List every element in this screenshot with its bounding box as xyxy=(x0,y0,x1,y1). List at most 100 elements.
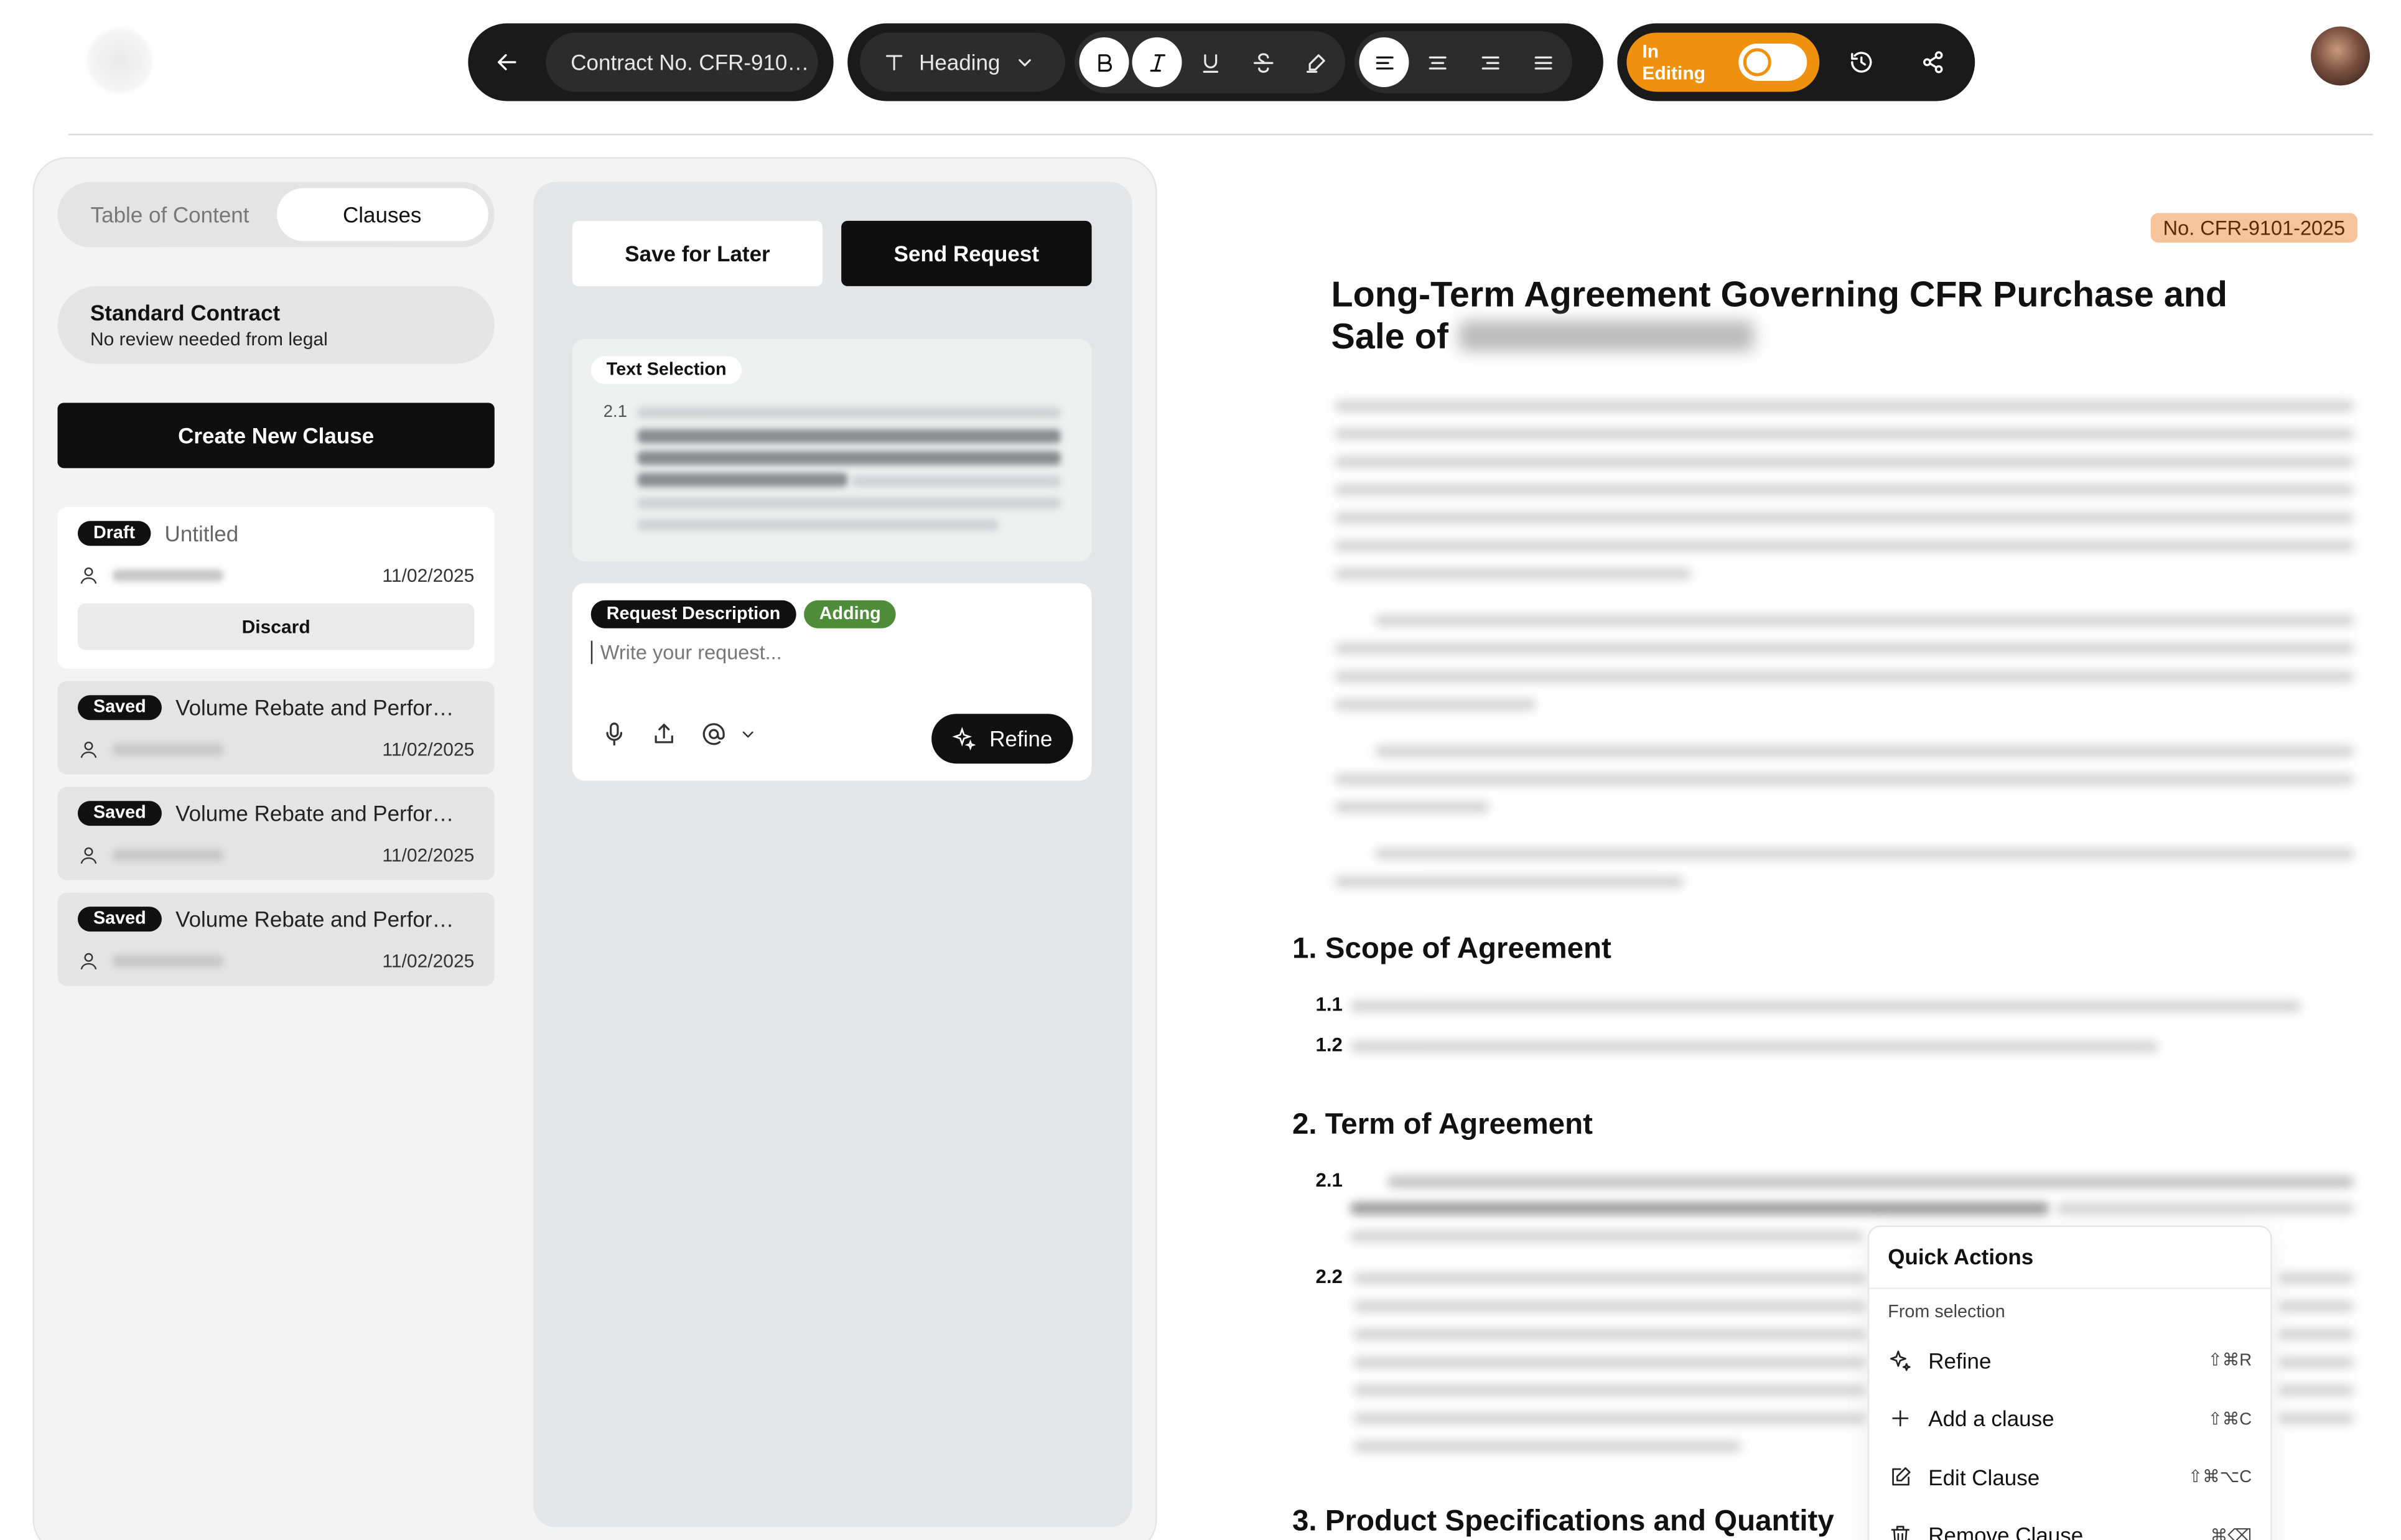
redacted-text-line xyxy=(1374,847,2355,861)
author-name-redacted xyxy=(111,743,224,756)
create-new-clause-button[interactable]: Create New Clause xyxy=(57,403,495,469)
align-justify-button[interactable] xyxy=(1518,37,1567,87)
italic-icon xyxy=(1149,53,1165,71)
share-icon xyxy=(1923,51,1943,73)
history-button[interactable] xyxy=(1835,35,1888,88)
clause-date: 11/02/2025 xyxy=(382,739,475,761)
arrow-left-icon xyxy=(497,54,516,70)
saved-badge: Saved xyxy=(77,695,162,721)
redacted-text xyxy=(637,519,999,531)
back-button[interactable] xyxy=(480,35,533,88)
author xyxy=(78,739,224,760)
mention-icon[interactable] xyxy=(700,720,728,748)
redacted-text-line xyxy=(1350,1000,2302,1013)
trash-icon xyxy=(1891,1526,1909,1540)
redacted-text-line xyxy=(1334,567,1692,581)
tab-table-of-content[interactable]: Table of Content xyxy=(63,188,276,241)
author xyxy=(78,844,224,866)
redacted-text-line xyxy=(1353,1328,1867,1341)
section-heading[interactable]: 2. Term of Agreement xyxy=(1292,1109,1593,1143)
clause-title: Volume Rebate and Perfor… xyxy=(175,801,454,826)
italic-button[interactable] xyxy=(1132,37,1182,87)
chevron-down-icon[interactable] xyxy=(737,720,759,748)
clause-date: 11/02/2025 xyxy=(382,950,475,973)
redacted-text-line xyxy=(1353,1272,1867,1285)
refine-label: Refine xyxy=(989,726,1053,752)
upload-icon[interactable] xyxy=(650,720,678,748)
microphone-icon[interactable] xyxy=(600,720,628,748)
request-input[interactable] xyxy=(590,640,1058,665)
user-icon xyxy=(80,847,97,864)
clause-title: Volume Rebate and Perfor… xyxy=(175,907,454,932)
header-divider xyxy=(68,133,2374,136)
draft-clause-card[interactable]: Draft Untitled 11/02/2025 Discard xyxy=(57,506,495,669)
menu-item-add-clause[interactable]: Add a clause ⇧⌘C xyxy=(1869,1389,2270,1448)
author-name-redacted xyxy=(111,849,224,862)
menu-item-remove-clause[interactable]: Remove Clause ⌘⌫ xyxy=(1869,1506,2270,1540)
redacted-text xyxy=(852,475,1061,487)
heading-style-select[interactable]: Heading xyxy=(860,32,1066,92)
save-for-later-button[interactable]: Save for Later xyxy=(572,220,823,286)
selection-clause-number: 2.1 xyxy=(603,403,628,422)
text-style-group xyxy=(1075,30,1345,93)
saved-clause-card[interactable]: Saved Volume Rebate and Perfor… 11/02/20… xyxy=(57,681,495,775)
history-icon xyxy=(1851,52,1872,73)
editing-toggle[interactable]: In Editing xyxy=(1626,32,1820,92)
tab-clauses[interactable]: Clauses xyxy=(276,188,488,241)
clause-title: Volume Rebate and Perfor… xyxy=(175,695,454,721)
saved-badge: Saved xyxy=(77,907,162,932)
format-toolbar: Heading xyxy=(847,23,1603,101)
align-justify-icon xyxy=(1534,55,1552,69)
menu-item-label: Add a clause xyxy=(1928,1406,2054,1432)
underline-button[interactable] xyxy=(1185,37,1235,87)
edit-icon xyxy=(1892,1467,1911,1485)
avatar[interactable] xyxy=(2311,26,2371,86)
user-icon xyxy=(80,567,97,584)
document-heading[interactable]: Long-Term Agreement Governing CFR Purcha… xyxy=(1331,274,2295,358)
menu-item-label: Remove Clause xyxy=(1928,1523,2084,1540)
redacted-text-line xyxy=(1350,1040,2159,1053)
share-button[interactable] xyxy=(1906,35,1959,88)
highlight-button[interactable] xyxy=(1291,37,1341,87)
discard-button[interactable]: Discard xyxy=(77,603,475,650)
redacted-text-line xyxy=(1374,745,2355,758)
redacted-text xyxy=(637,472,848,487)
text-type-icon xyxy=(885,55,903,71)
status-pill: In Editing xyxy=(1617,23,1975,101)
app-logo xyxy=(86,27,152,93)
underline-icon xyxy=(1202,53,1218,72)
menu-item-label: Refine xyxy=(1928,1348,1992,1373)
refine-button[interactable]: Refine xyxy=(931,714,1073,764)
align-right-icon xyxy=(1481,55,1499,69)
strikethrough-button[interactable] xyxy=(1238,37,1288,87)
heading-style-label: Heading xyxy=(919,49,1000,75)
strikethrough-icon xyxy=(1252,52,1273,72)
redacted-text-line xyxy=(1334,670,2355,683)
section-heading[interactable]: 3. Product Specifications and Quantity xyxy=(1292,1505,1834,1539)
saved-clause-card[interactable]: Saved Volume Rebate and Perfor… 11/02/20… xyxy=(57,892,495,986)
document-title[interactable]: Contract No. CFR-910… xyxy=(546,32,818,92)
bold-button[interactable] xyxy=(1079,37,1129,87)
redacted-text-line xyxy=(1334,801,1490,814)
toggle-switch[interactable] xyxy=(1738,43,1807,81)
align-center-button[interactable] xyxy=(1412,37,1462,87)
quick-actions-title: Quick Actions xyxy=(1869,1227,2271,1290)
author-name-redacted xyxy=(111,569,224,582)
menu-item-edit-clause[interactable]: Edit Clause ⇧⌘⌥C xyxy=(1869,1448,2270,1506)
section-heading[interactable]: 1. Scope of Agreement xyxy=(1292,933,1611,968)
send-request-button[interactable]: Send Request xyxy=(841,220,1092,286)
align-right-button[interactable] xyxy=(1465,37,1514,87)
clause-number: 1.2 xyxy=(1315,1034,1343,1057)
plus-icon xyxy=(1892,1411,1909,1427)
quick-actions-subtitle: From selection xyxy=(1888,1303,2005,1322)
sparkle-icon xyxy=(953,727,977,751)
clause-date: 11/02/2025 xyxy=(382,564,475,587)
redacted-text-line xyxy=(1334,539,2355,553)
contract-number-badge: No. CFR-9101-2025 xyxy=(2150,213,2358,243)
redacted-text xyxy=(637,450,1061,465)
adding-status-chip: Adding xyxy=(803,600,897,628)
saved-clause-card[interactable]: Saved Volume Rebate and Perfor… 11/02/20… xyxy=(57,786,495,880)
align-left-button[interactable] xyxy=(1359,37,1409,87)
text-selection-chip: Text Selection xyxy=(590,356,742,385)
menu-item-refine[interactable]: Refine ⇧⌘R xyxy=(1869,1331,2270,1389)
